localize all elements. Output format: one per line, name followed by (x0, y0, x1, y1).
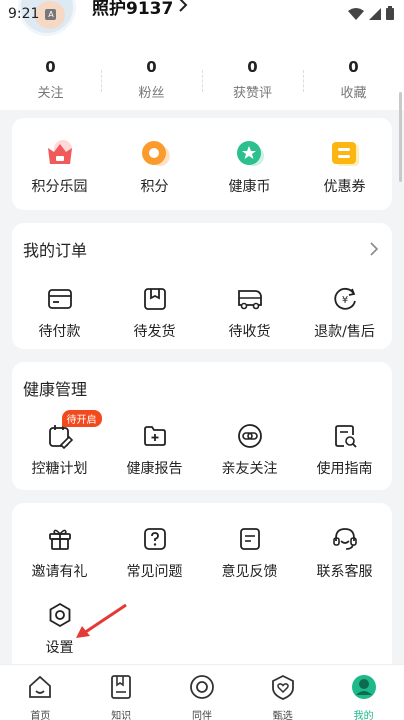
nav-label: 同伴 (191, 711, 212, 720)
scrollbar[interactable] (399, 92, 402, 182)
points-park-button[interactable]: 积分乐园 (12, 138, 107, 196)
health-coin-icon (234, 138, 266, 170)
cell-label: 联系客服 (316, 564, 373, 580)
refund-icon: ¥ (329, 283, 361, 315)
status-badge: 待开启 (61, 410, 102, 427)
cell-label: 待发货 (133, 324, 176, 340)
cell-label: 优惠券 (323, 179, 366, 195)
orders-title: 我的订单 (23, 241, 88, 260)
report-folder-icon (139, 420, 171, 452)
cell-label: 健康币 (228, 179, 271, 195)
companion-icon (188, 673, 216, 705)
health-card: 健康管理 待开启 控糖计划 健康报告 亲友关注 使用指南 (12, 362, 392, 490)
cell-label: 使用指南 (316, 461, 373, 477)
order-pending-receipt[interactable]: 待收货 (202, 283, 297, 341)
cell-label: 退款/售后 (314, 324, 375, 340)
health-coin-button[interactable]: 健康币 (202, 138, 297, 196)
status-time: 9:21 (8, 6, 40, 22)
points-button[interactable]: 积分 (107, 138, 202, 196)
order-pending-payment[interactable]: 待付款 (12, 283, 107, 341)
nav-label: 知识 (111, 711, 132, 720)
truck-icon (234, 283, 266, 315)
sugar-control-plan[interactable]: 待开启 控糖计划 (12, 410, 107, 478)
headset-icon (329, 523, 361, 555)
stat-label: 粉丝 (138, 86, 165, 101)
nav-label: 甄选 (272, 711, 293, 720)
bottom-nav: 首页 知识 同伴 甄选 我的 (0, 664, 404, 720)
nav-knowledge[interactable]: 知识 (81, 665, 162, 720)
feedback[interactable]: 意见反馈 (202, 523, 297, 581)
user-guide[interactable]: 使用指南 (297, 420, 392, 478)
nav-me[interactable]: 我的 (323, 665, 404, 720)
feedback-icon (234, 523, 266, 555)
nav-home[interactable]: 首页 (0, 665, 81, 720)
health-report[interactable]: 健康报告 (107, 420, 202, 478)
points-icon (139, 138, 171, 170)
stat-fans[interactable]: 0 粉丝 (101, 58, 202, 104)
plan-icon: 待开启 (44, 410, 102, 452)
stat-label: 收藏 (340, 86, 367, 101)
stat-label: 获赞评 (232, 86, 272, 101)
cell-label: 控糖计划 (31, 461, 88, 477)
health-title: 健康管理 (23, 380, 88, 399)
notification-icon: A (45, 8, 57, 20)
annotation-arrow-icon (76, 603, 127, 638)
cell-label: 积分 (140, 179, 169, 195)
cell-label: 亲友关注 (221, 461, 278, 477)
cell-label: 待付款 (38, 324, 81, 340)
me-icon (350, 673, 378, 705)
orders-card: 我的订单 待付款 待发货 待收货 ¥ 退款/售后 (12, 223, 392, 349)
home-icon (26, 673, 54, 705)
coupon-icon (329, 138, 361, 170)
package-icon (139, 283, 171, 315)
stats-row: 0 关注 0 粉丝 0 获赞评 0 收藏 (0, 58, 404, 104)
customer-service[interactable]: 联系客服 (297, 523, 392, 581)
stat-value: 0 (348, 58, 359, 76)
cell-label: 待收货 (228, 324, 271, 340)
heart-shield-icon (269, 673, 297, 705)
wifi-icon (348, 5, 364, 24)
order-refund[interactable]: ¥ 退款/售后 (297, 283, 392, 341)
nav-label: 我的 (353, 711, 374, 720)
coupon-button[interactable]: 优惠券 (297, 138, 392, 196)
guide-icon (329, 420, 361, 452)
cell-label: 常见问题 (126, 564, 183, 580)
chevron-right-icon[interactable] (370, 241, 379, 260)
status-bar: 9:21 A (0, 0, 404, 28)
services-card: 邀请有礼 常见问题 意见反馈 联系客服 设置 (12, 503, 392, 665)
order-pending-shipment[interactable]: 待发货 (107, 283, 202, 341)
cell-label: 意见反馈 (221, 564, 278, 580)
stat-value: 0 (146, 58, 157, 76)
stat-value: 0 (247, 58, 258, 76)
cell-label: 健康报告 (126, 461, 183, 477)
signal-icon (369, 5, 381, 24)
gift-crown-icon (44, 138, 76, 170)
stat-value: 0 (45, 58, 56, 76)
question-icon (139, 523, 171, 555)
wallet-icon (44, 283, 76, 315)
svg-text:¥: ¥ (341, 295, 347, 306)
gift-icon (44, 523, 76, 555)
cell-label: 积分乐园 (31, 179, 88, 195)
stat-label: 关注 (37, 86, 64, 101)
book-icon (107, 673, 135, 705)
link-icon (234, 420, 266, 452)
stat-following[interactable]: 0 关注 (0, 58, 101, 104)
cell-label: 邀请有礼 (31, 564, 88, 580)
rewards-card: 积分乐园 积分 健康币 优惠券 (12, 118, 392, 210)
invite-gift[interactable]: 邀请有礼 (12, 523, 107, 581)
stat-likes[interactable]: 0 获赞评 (202, 58, 303, 104)
family-follow[interactable]: 亲友关注 (202, 420, 297, 478)
faq[interactable]: 常见问题 (107, 523, 202, 581)
nav-selection[interactable]: 甄选 (242, 665, 323, 720)
nav-companion[interactable]: 同伴 (162, 665, 243, 720)
stat-favorites[interactable]: 0 收藏 (303, 58, 404, 104)
battery-icon (386, 5, 394, 24)
nav-label: 首页 (30, 711, 51, 720)
